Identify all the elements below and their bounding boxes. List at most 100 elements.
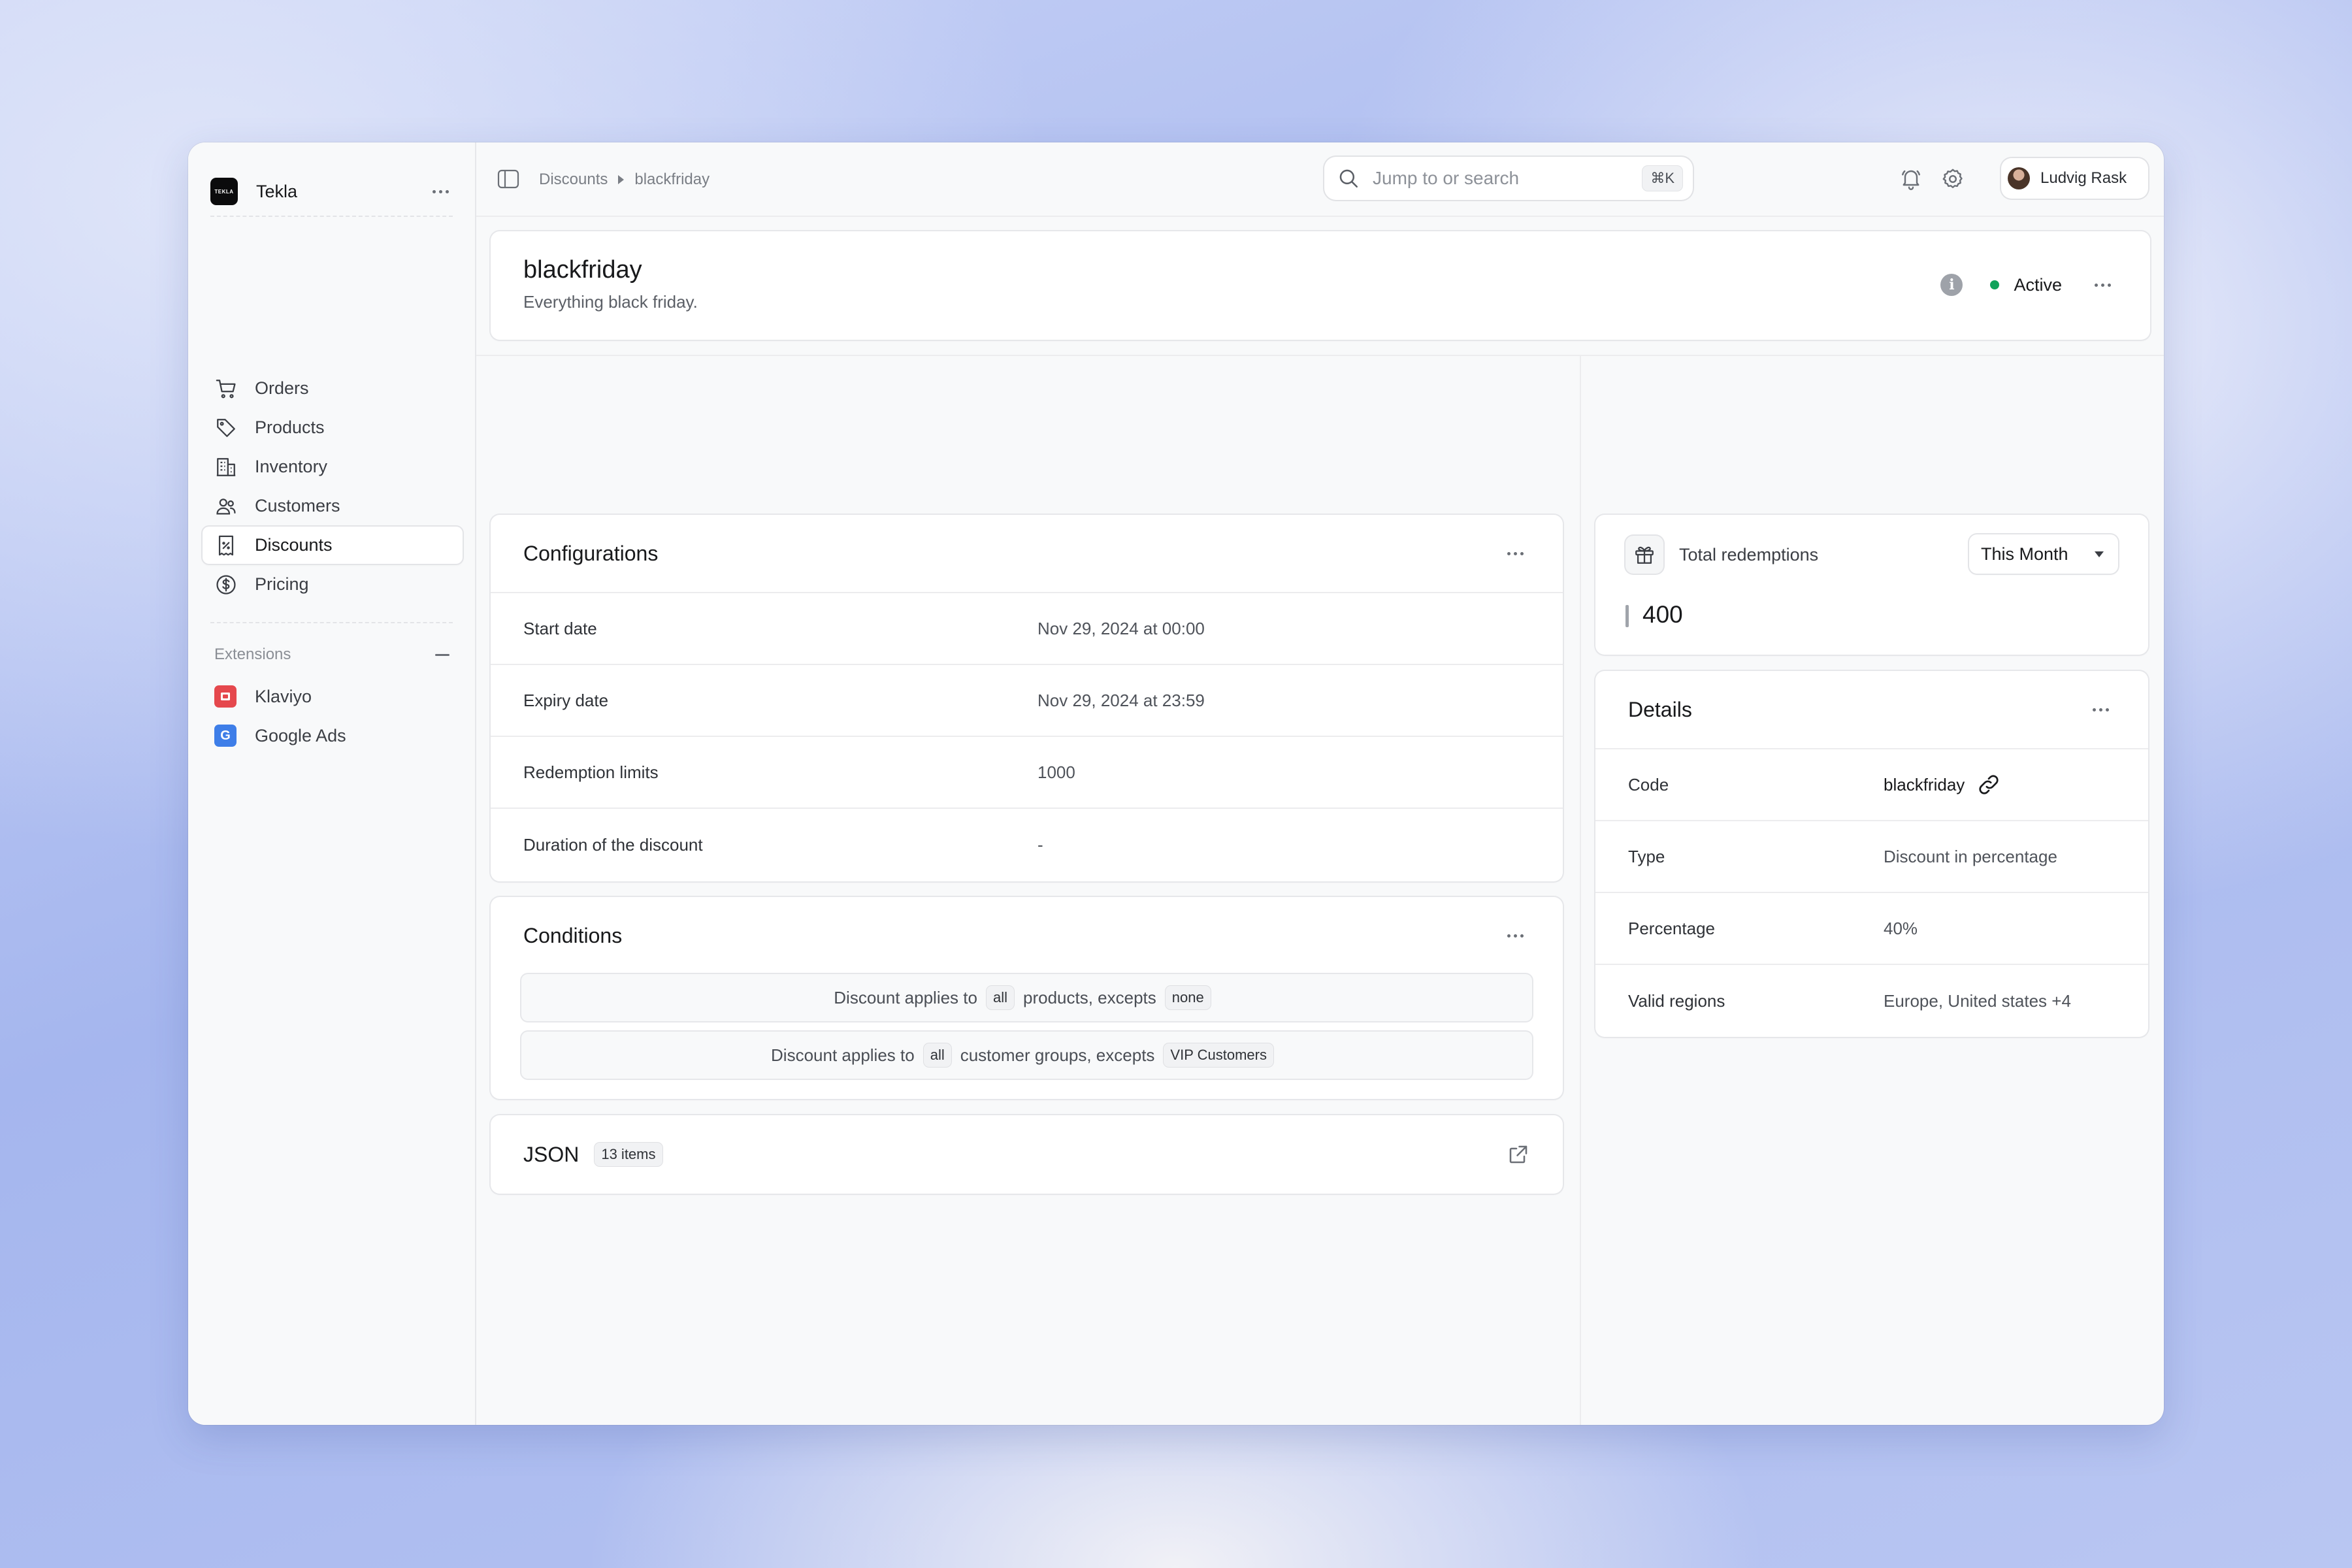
sidebar-item-label: Customers (255, 496, 340, 515)
extensions-label: Extensions (214, 645, 291, 663)
detail-value: 40% (1884, 918, 1918, 938)
sidebar-item-klaviyo[interactable]: Klaviyo (203, 677, 463, 716)
dollar-circle-icon (214, 573, 238, 596)
users-icon (214, 495, 238, 518)
workspace-name: Tekla (256, 181, 298, 201)
config-row: Redemption limits 1000 (491, 737, 1563, 809)
brand-logo: TEKLA (210, 178, 238, 205)
redemptions-value: 400 (1642, 601, 1683, 628)
sidebar-divider (210, 216, 453, 217)
page-subtitle: Everything black friday. (523, 292, 698, 312)
sidebar-toggle-button[interactable] (497, 169, 519, 189)
sidebar-divider (210, 622, 453, 623)
extension-label: Klaviyo (255, 686, 312, 706)
condition-scope-chip: all (923, 1043, 951, 1067)
card-title: JSON (523, 1142, 580, 1166)
workspace-menu-button[interactable] (426, 184, 455, 200)
top-bar: Discounts blackfriday Jump to or search … (476, 142, 2164, 217)
sidebar-item-discounts[interactable]: Discounts (203, 527, 463, 564)
config-row: Duration of the discount - (491, 809, 1563, 881)
condition-rule: Discount applies to all customer groups,… (521, 1032, 1532, 1079)
breadcrumb-current: blackfriday (634, 171, 710, 188)
extensions-list: Klaviyo G Google Ads (203, 677, 463, 755)
detail-label: Code (1628, 774, 1669, 794)
caret-down-icon (2095, 551, 2104, 557)
config-label: Start date (523, 618, 597, 638)
breadcrumb: Discounts blackfriday (539, 169, 710, 191)
bell-icon[interactable] (1898, 166, 1924, 192)
sidebar-item-label: Discounts (255, 535, 333, 555)
search-icon (1339, 169, 1358, 188)
info-icon[interactable]: i (1940, 274, 1963, 296)
external-link-icon[interactable] (1507, 1143, 1530, 1166)
extension-label: Google Ads (255, 725, 346, 745)
status-dot (1990, 280, 2000, 289)
condition-exception-chip: VIP Customers (1164, 1043, 1273, 1067)
condition-rule: Discount applies to all products, except… (521, 974, 1532, 1021)
sidebar-item-label: Pricing (255, 574, 309, 594)
sidebar: TEKLA Tekla Orders Products Inventory Cu… (188, 142, 476, 1425)
discount-menu-button[interactable] (2088, 277, 2117, 293)
breadcrumb-discounts[interactable]: Discounts (539, 171, 608, 189)
card-title: Configurations (523, 541, 659, 565)
details-menu-button[interactable] (2086, 702, 2115, 718)
app-window: TEKLA Tekla Orders Products Inventory Cu… (188, 142, 2164, 1425)
user-menu-button[interactable]: Ludvig Rask (2001, 158, 2148, 199)
condition-exception-chip: none (1165, 986, 1211, 1009)
config-value: 1000 (1037, 762, 1075, 782)
sidebar-item-pricing[interactable]: Pricing (203, 566, 463, 603)
search-input[interactable]: Jump to or search ⌘K (1324, 157, 1693, 200)
sidebar-item-customers[interactable]: Customers (203, 487, 463, 525)
config-row: Expiry date Nov 29, 2024 at 23:59 (491, 665, 1563, 737)
configurations-menu-button[interactable] (1501, 546, 1530, 562)
cart-icon (214, 377, 238, 400)
json-count-badge: 13 items (595, 1143, 662, 1166)
detail-value: Discount in percentage (1884, 846, 2057, 866)
receipt-percent-icon (214, 534, 238, 557)
detail-row: Code blackfriday (1595, 749, 2148, 821)
detail-label: Type (1628, 846, 1665, 866)
details-card: Details Code blackfriday Type Discount i… (1595, 671, 2148, 1037)
condition-text: customer groups, excepts (960, 1045, 1155, 1065)
conditions-menu-button[interactable] (1501, 928, 1530, 944)
building-icon (214, 455, 238, 479)
config-value: Nov 29, 2024 at 00:00 (1037, 618, 1205, 638)
detail-label: Percentage (1628, 918, 1715, 938)
sidebar-item-inventory[interactable]: Inventory (203, 448, 463, 485)
gift-icon (1625, 536, 1663, 574)
collapse-extensions-button[interactable] (435, 653, 449, 656)
redemptions-card: Total redemptions This Month 400 (1595, 515, 2148, 655)
sidebar-item-label: Orders (255, 378, 309, 398)
avatar (2008, 167, 2030, 189)
sidebar-item-orders[interactable]: Orders (203, 370, 463, 407)
extensions-header: Extensions (214, 645, 449, 664)
page-title: blackfriday (523, 256, 642, 284)
card-header: Details (1595, 671, 2148, 749)
period-dropdown[interactable]: This Month (1969, 534, 2118, 574)
chevron-right-icon (618, 175, 625, 184)
sidebar-item-products[interactable]: Products (203, 409, 463, 446)
link-icon[interactable] (1976, 772, 2001, 797)
json-card: JSON 13 items (491, 1115, 1563, 1194)
sidebar-item-label: Inventory (255, 457, 328, 476)
main-content: Discounts blackfriday Jump to or search … (476, 142, 2164, 1425)
sidebar-item-label: Products (255, 417, 325, 437)
search-placeholder: Jump to or search (1373, 168, 1520, 188)
sidebar-item-google-ads[interactable]: G Google Ads (203, 716, 463, 755)
condition-text: Discount applies to (834, 987, 977, 1007)
redemptions-label: Total redemptions (1679, 545, 1819, 564)
workspace-switcher[interactable]: TEKLA Tekla (210, 165, 455, 218)
status-badge: Active (2014, 274, 2062, 295)
header-actions: i Active (1940, 270, 2117, 299)
card-title: Details (1628, 697, 1692, 721)
column-divider (1580, 356, 1581, 1425)
detail-value: Europe, United states +4 (1884, 990, 2071, 1011)
card-header: Configurations (491, 515, 1563, 593)
config-value: - (1037, 834, 1043, 855)
gear-icon[interactable] (1940, 166, 1966, 192)
configurations-card: Configurations Start date Nov 29, 2024 a… (491, 515, 1563, 881)
condition-scope-chip: all (986, 986, 1014, 1009)
config-label: Redemption limits (523, 762, 659, 782)
condition-text: products, excepts (1022, 987, 1156, 1007)
detail-row: Valid regions Europe, United states +4 (1595, 965, 2148, 1037)
